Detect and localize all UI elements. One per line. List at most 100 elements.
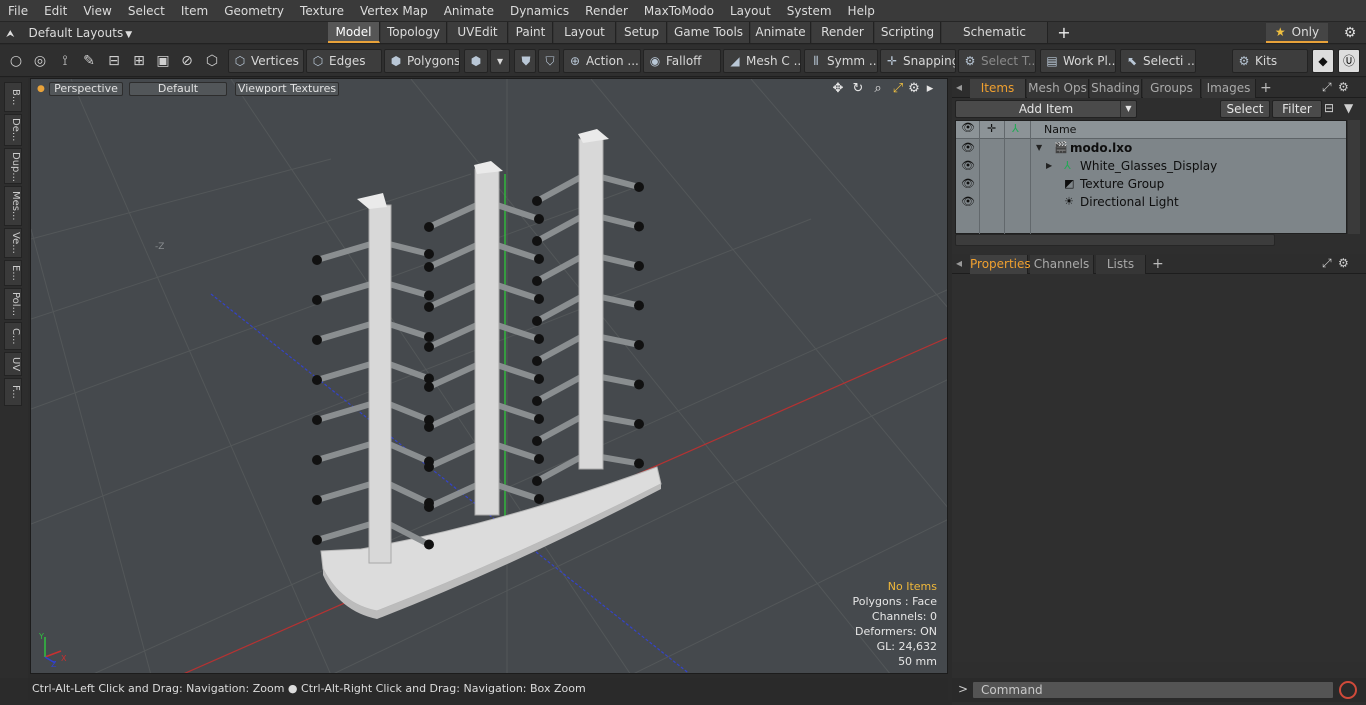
- tab-topology[interactable]: Topology: [381, 22, 447, 43]
- tab-paint[interactable]: Paint: [509, 22, 553, 43]
- list-item[interactable]: 👁 ☀ Directional Light: [956, 193, 1346, 211]
- tab-animate[interactable]: Animate: [751, 22, 811, 43]
- unreal-button[interactable]: Ⓤ: [1338, 49, 1360, 73]
- eye-icon[interactable]: 👁: [961, 157, 975, 175]
- menu-help[interactable]: Help: [840, 0, 883, 22]
- record-macro-icon[interactable]: [1339, 681, 1357, 699]
- mode-dropdown[interactable]: ▾: [490, 49, 510, 73]
- snap-mode-button[interactable]: ⛊: [514, 49, 536, 73]
- item-list-vertical-scrollbar[interactable]: [1348, 120, 1360, 234]
- menu-maxtomodo[interactable]: MaxToModo: [636, 0, 722, 22]
- scene-canvas[interactable]: -Z: [31, 79, 948, 674]
- tab-setup[interactable]: Setup: [617, 22, 667, 43]
- 3d-viewport[interactable]: -Z ● Perspective Default Viewport Textur…: [30, 78, 948, 674]
- item-mode-icon[interactable]: ⬡: [202, 51, 222, 71]
- collapsed-triangle-icon[interactable]: ▶: [1046, 157, 1052, 175]
- menu-file[interactable]: File: [0, 0, 36, 22]
- tab-render[interactable]: Render: [812, 22, 874, 43]
- pan-icon[interactable]: ✥: [829, 81, 847, 97]
- command-input[interactable]: Command: [972, 681, 1334, 699]
- glasses-display-model[interactable]: [312, 129, 662, 619]
- left-tab-edge[interactable]: E...: [4, 260, 22, 286]
- panel-gear-icon[interactable]: ⚙: [1338, 80, 1349, 94]
- action-center-button[interactable]: ⊕ Action ...: [563, 49, 641, 73]
- tab-uvedit[interactable]: UVEdit: [448, 22, 508, 43]
- tab-model[interactable]: Model: [328, 22, 380, 43]
- list-item[interactable]: 👁 ◩ Texture Group: [956, 175, 1346, 193]
- add-item-button[interactable]: Add Item ▼: [955, 100, 1137, 118]
- circle-slash-icon[interactable]: ⊘: [177, 51, 197, 71]
- eye-icon[interactable]: 👁: [961, 175, 975, 193]
- menu-item[interactable]: Item: [173, 0, 216, 22]
- left-tab-duplicate[interactable]: Dup...: [4, 148, 22, 184]
- menu-system[interactable]: System: [779, 0, 840, 22]
- tab-mesh-ops[interactable]: Mesh Ops: [1027, 79, 1089, 98]
- expand-triangle-icon[interactable]: ▼: [1036, 139, 1042, 157]
- tab-game-tools[interactable]: Game Tools: [668, 22, 750, 43]
- left-tab-uv[interactable]: UV: [4, 352, 22, 376]
- panel-menu-icon[interactable]: ◂: [956, 256, 962, 270]
- rotate-icon[interactable]: ↻: [849, 81, 867, 97]
- mesh-constraint-button[interactable]: ◢ Mesh C ...: [723, 49, 801, 73]
- viewport-menu-dot-icon[interactable]: ●: [37, 84, 45, 94]
- material-mode-button[interactable]: ⬢: [464, 49, 488, 73]
- select-circle-icon[interactable]: ○: [6, 51, 26, 71]
- left-tab-fusion[interactable]: F...: [4, 378, 22, 406]
- menu-render[interactable]: Render: [577, 0, 636, 22]
- unity-button[interactable]: ◆: [1312, 49, 1334, 73]
- tab-items[interactable]: Items: [970, 79, 1026, 98]
- vertices-button[interactable]: ⬡ Vertices: [228, 49, 304, 73]
- menu-view[interactable]: View: [75, 0, 119, 22]
- tab-channels[interactable]: Channels: [1030, 255, 1094, 274]
- globe-icon[interactable]: ◎: [30, 51, 50, 71]
- tab-properties[interactable]: Properties: [970, 255, 1031, 274]
- tab-images[interactable]: Images: [1202, 79, 1256, 98]
- kits-button[interactable]: ⚙ Kits: [1232, 49, 1308, 73]
- selection-sets-button[interactable]: ⬉ Selecti ...: [1120, 49, 1196, 73]
- menu-geometry[interactable]: Geometry: [216, 0, 292, 22]
- add-panel-tab-icon[interactable]: +: [1260, 78, 1272, 98]
- layouts-dropdown[interactable]: ⮝ Default Layouts ▼: [6, 22, 132, 44]
- collapse-icon[interactable]: ⮝: [6, 29, 15, 40]
- frame-icon[interactable]: ▣: [153, 51, 173, 71]
- menu-edit[interactable]: Edit: [36, 0, 75, 22]
- center-icon[interactable]: ⊞: [129, 51, 149, 71]
- select-button[interactable]: Select: [1220, 100, 1270, 118]
- list-item[interactable]: 👁 ▼ 🎬 modo.lxo: [956, 139, 1346, 157]
- edges-button[interactable]: ⬡ Edges: [306, 49, 382, 73]
- item-list[interactable]: 👁 ✛ ⅄ Name 👁 ▼ 🎬 modo.lxo 👁 ▶ ⅄ White_Gl…: [955, 120, 1347, 235]
- gear-icon[interactable]: ⚙: [1338, 23, 1362, 43]
- menu-dynamics[interactable]: Dynamics: [502, 0, 577, 22]
- symmetry-mode-button[interactable]: ⛉: [538, 49, 560, 73]
- add-tab-plus-icon[interactable]: +: [1056, 22, 1072, 43]
- left-tab-curve[interactable]: C...: [4, 322, 22, 350]
- polygons-button[interactable]: ⬢ Polygons: [384, 49, 460, 73]
- filter-button[interactable]: Filter: [1272, 100, 1322, 118]
- snapping-button[interactable]: ✛ Snapping: [880, 49, 956, 73]
- eye-icon[interactable]: 👁: [961, 139, 975, 157]
- left-tab-mesh-edit[interactable]: Mes...: [4, 186, 22, 226]
- menu-texture[interactable]: Texture: [292, 0, 352, 22]
- left-tab-polygon[interactable]: Pol...: [4, 288, 22, 320]
- eye-icon[interactable]: 👁: [961, 193, 975, 211]
- lasso-icon[interactable]: ⟟: [55, 51, 75, 71]
- brush-icon[interactable]: ✎: [79, 51, 99, 71]
- tab-groups[interactable]: Groups: [1143, 79, 1201, 98]
- menu-select[interactable]: Select: [120, 0, 173, 22]
- menu-layout[interactable]: Layout: [722, 0, 779, 22]
- funnel-icon[interactable]: ▼: [1344, 101, 1353, 115]
- panel-menu-icon[interactable]: ◂: [956, 80, 962, 94]
- tab-lists[interactable]: Lists: [1096, 255, 1146, 274]
- add-panel-tab-icon[interactable]: +: [1152, 254, 1164, 274]
- tab-layout[interactable]: Layout: [554, 22, 616, 43]
- left-tab-vertex[interactable]: Ve...: [4, 228, 22, 258]
- symmetry-button[interactable]: ⫴ Symm ...: [804, 49, 878, 73]
- expand-arrow-icon[interactable]: ▸: [921, 81, 939, 97]
- name-column-header[interactable]: Name: [1044, 121, 1076, 139]
- work-plane-button[interactable]: ▤ Work Pl...: [1040, 49, 1116, 73]
- shading-dropdown[interactable]: Default: [129, 82, 227, 96]
- viewport-textures-dropdown[interactable]: Viewport Textures: [235, 82, 339, 96]
- perspective-dropdown[interactable]: Perspective: [49, 82, 123, 96]
- align-icon[interactable]: ⊟: [104, 51, 124, 71]
- panel-gear-icon[interactable]: ⚙: [1338, 256, 1349, 270]
